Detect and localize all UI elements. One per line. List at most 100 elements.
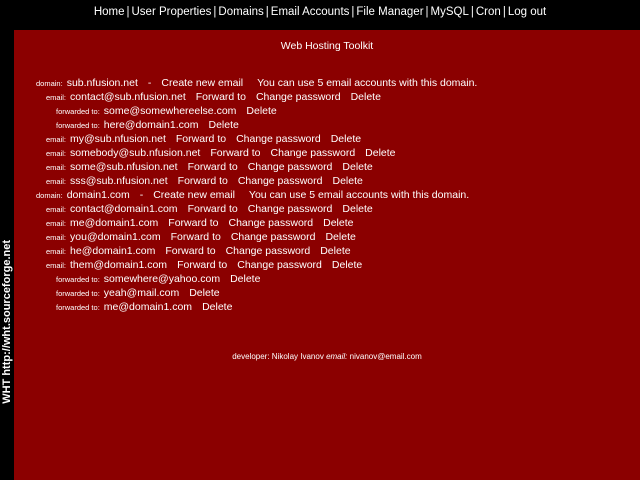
email-address: he@domain1.com <box>70 245 156 257</box>
nav-link-user-properties[interactable]: User Properties <box>132 6 212 18</box>
sidebar: WHT http://wht.sourceforge.net <box>0 24 14 480</box>
forward-row: forwarded to: me@domain1.com Delete <box>56 300 232 314</box>
forward-row: forwarded to: yeah@mail.com Delete <box>56 286 220 300</box>
email-label: email: <box>46 135 67 144</box>
email-row: email: contact@sub.nfusion.net Forward to C… <box>46 90 381 104</box>
email-address: my@sub.nfusion.net <box>70 133 166 145</box>
email-address: you@domain1.com <box>70 231 161 243</box>
delete-forward-link[interactable]: Delete <box>246 105 276 117</box>
delete-forward-link[interactable]: Delete <box>202 301 232 313</box>
delete-email-link[interactable]: Delete <box>342 161 372 173</box>
developer-label: developer: <box>232 352 270 361</box>
email-label: email: <box>46 205 67 214</box>
change-password-link[interactable]: Change password <box>231 231 316 243</box>
email-row: email: me@domain1.com Forward to Change pas… <box>46 216 353 230</box>
main-panel: Web Hosting Toolkit domain: sub.nfusion.n… <box>14 30 640 480</box>
email-label: email: <box>46 261 67 270</box>
delete-email-link[interactable]: Delete <box>325 231 355 243</box>
email-label: email: <box>46 149 67 158</box>
change-password-link[interactable]: Change password <box>237 259 322 271</box>
developer-name: Nikolay Ivanov <box>271 352 324 361</box>
domain-label: domain: <box>36 79 63 88</box>
nav-link-home[interactable]: Home <box>94 6 125 18</box>
forward-to-link[interactable]: Forward to <box>196 91 246 103</box>
email-row: email: them@domain1.com Forward to Change p… <box>46 258 362 272</box>
delete-email-link[interactable]: Delete <box>351 91 381 103</box>
email-address: me@domain1.com <box>70 217 159 229</box>
email-label: email: <box>46 177 67 186</box>
change-password-link[interactable]: Change password <box>248 161 333 173</box>
nav-link-file-manager[interactable]: File Manager <box>356 6 423 18</box>
footer: developer: Nikolay Ivanov email: nivanov… <box>14 352 640 361</box>
delete-email-link[interactable]: Delete <box>331 133 361 145</box>
email-address: some@sub.nfusion.net <box>70 161 178 173</box>
change-password-link[interactable]: Change password <box>271 147 356 159</box>
domain-row: domain: sub.nfusion.net - Create new email Y… <box>36 76 477 90</box>
change-password-link[interactable]: Change password <box>256 91 341 103</box>
delete-forward-link[interactable]: Delete <box>189 287 219 299</box>
forward-row: forwarded to: somewhere@yahoo.com Delete <box>56 272 260 286</box>
email-label: email: <box>46 93 67 102</box>
domain-quota-info: You can use 5 email accounts with this d… <box>257 77 478 89</box>
nav-link-email-accounts[interactable]: Email Accounts <box>271 6 350 18</box>
email-label: email: <box>46 219 67 228</box>
forward-to-link[interactable]: Forward to <box>168 217 218 229</box>
delete-email-link[interactable]: Delete <box>332 175 362 187</box>
email-label: email: <box>46 163 67 172</box>
forward-row: forwarded to: some@somewhereelse.com Delet… <box>56 104 277 118</box>
email-address: sss@sub.nfusion.net <box>70 175 168 187</box>
create-email-link[interactable]: Create new email <box>153 189 235 201</box>
delete-forward-link[interactable]: Delete <box>230 273 260 285</box>
nav-separator: | <box>502 6 506 18</box>
domain-row: domain: domain1.com - Create new email You c… <box>36 188 469 202</box>
domain-name: domain1.com <box>66 189 130 201</box>
forward-to-link[interactable]: Forward to <box>177 259 227 271</box>
create-email-link[interactable]: Create new email <box>161 77 243 89</box>
forward-row: forwarded to: here@domain1.com Delete <box>56 118 239 132</box>
sidebar-vertical-text: WHT http://wht.sourceforge.net <box>1 240 13 404</box>
email-row: email: contact@domain1.com Forward to Chang… <box>46 202 373 216</box>
delete-email-link[interactable]: Delete <box>320 245 350 257</box>
delete-email-link[interactable]: Delete <box>365 147 395 159</box>
email-row: email: sss@sub.nfusion.net Forward to Chang… <box>46 174 363 188</box>
forwarded-to-label: forwarded to: <box>56 289 100 298</box>
email-label: email: <box>46 247 67 256</box>
delete-email-link[interactable]: Delete <box>332 259 362 271</box>
forward-to-link[interactable]: Forward to <box>176 133 226 145</box>
forward-to-link[interactable]: Forward to <box>165 245 215 257</box>
forward-address: yeah@mail.com <box>103 287 180 299</box>
domain-label: domain: <box>36 191 63 200</box>
nav-link-domains[interactable]: Domains <box>218 6 263 18</box>
nav-separator: | <box>126 6 130 18</box>
email-address: contact@sub.nfusion.net <box>70 91 186 103</box>
separator-dash: - <box>139 189 144 201</box>
forward-to-link[interactable]: Forward to <box>178 175 228 187</box>
nav-link-log-out[interactable]: Log out <box>508 6 546 18</box>
forward-address: somewhere@yahoo.com <box>103 273 221 285</box>
change-password-link[interactable]: Change password <box>248 203 333 215</box>
delete-forward-link[interactable]: Delete <box>209 119 239 131</box>
email-row: email: you@domain1.com Forward to Change pa… <box>46 230 356 244</box>
change-password-link[interactable]: Change password <box>226 245 311 257</box>
nav-separator: | <box>265 6 269 18</box>
email-address: contact@domain1.com <box>70 203 178 215</box>
nav-link-mysql[interactable]: MySQL <box>431 6 469 18</box>
delete-email-link[interactable]: Delete <box>323 217 353 229</box>
nav-link-cron[interactable]: Cron <box>476 6 501 18</box>
change-password-link[interactable]: Change password <box>228 217 313 229</box>
email-row: email: some@sub.nfusion.net Forward to Chan… <box>46 160 373 174</box>
domain-name: sub.nfusion.net <box>66 77 138 89</box>
delete-email-link[interactable]: Delete <box>342 203 372 215</box>
forwarded-to-label: forwarded to: <box>56 275 100 284</box>
forward-to-link[interactable]: Forward to <box>210 147 260 159</box>
forward-address: here@domain1.com <box>103 119 199 131</box>
domain-quota-info: You can use 5 email accounts with this d… <box>248 189 470 201</box>
separator-dash: - <box>147 77 152 89</box>
forward-to-link[interactable]: Forward to <box>188 161 238 173</box>
top-navigation: Home | User Properties | Domains | Email Accou… <box>0 0 640 24</box>
forward-to-link[interactable]: Forward to <box>171 231 221 243</box>
change-password-link[interactable]: Change password <box>236 133 321 145</box>
email-address: them@domain1.com <box>70 259 168 271</box>
forward-to-link[interactable]: Forward to <box>188 203 238 215</box>
change-password-link[interactable]: Change password <box>238 175 323 187</box>
